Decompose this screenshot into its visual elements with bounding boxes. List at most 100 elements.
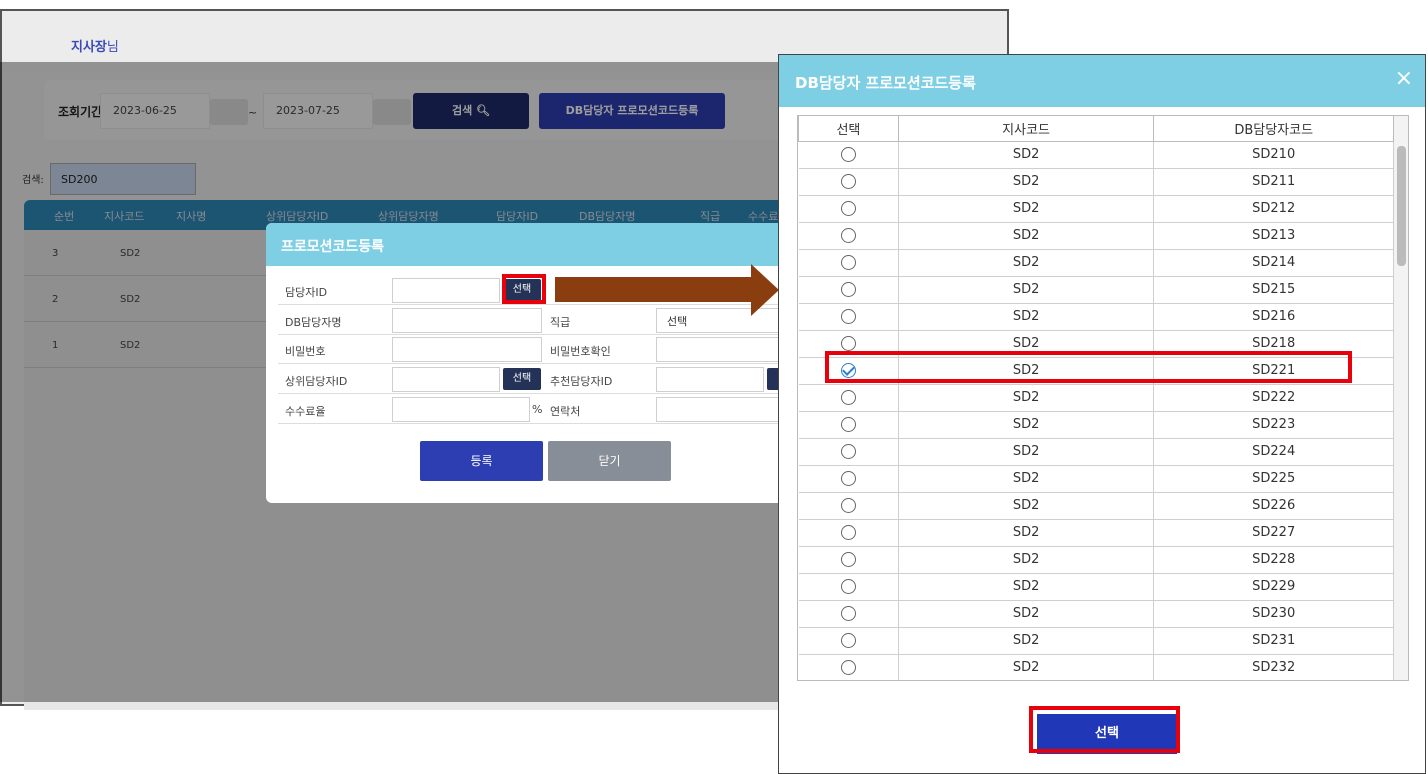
table-row[interactable]: SD2 SD216 [798, 302, 1394, 331]
annotation-arrow [555, 277, 751, 302]
parent-select-button[interactable]: 선택 [503, 368, 541, 390]
db-code-grid: 선택 지사코드 DB담당자코드 SD2 SD210 SD2 SD211 SD2 SD212… [797, 115, 1409, 681]
promo-code-dialog: 프로모션코드등록 담당자ID 선택 DB담당자명 직급 선택 비밀번호 비밀번호… [266, 223, 786, 503]
table-row[interactable]: SD2 SD214 [798, 248, 1394, 277]
db-manager-code-cell: SD214 [1153, 248, 1394, 277]
db-manager-name-label: DB담당자명 [285, 316, 342, 329]
branch-code-cell: SD2 [898, 599, 1155, 628]
table-row[interactable]: SD2 SD223 [798, 410, 1394, 439]
table-row[interactable]: SD2 SD232 [798, 653, 1394, 680]
scrollbar-thumb[interactable] [1397, 146, 1406, 266]
table-row[interactable]: SD2 SD213 [798, 221, 1394, 250]
close-icon[interactable]: × [1395, 66, 1413, 91]
db-manager-code-cell: SD229 [1153, 572, 1394, 601]
table-row[interactable]: SD2 SD211 [798, 167, 1394, 196]
radio-icon[interactable] [840, 660, 856, 675]
db-manager-name-input[interactable] [392, 308, 542, 333]
radio-cell[interactable] [798, 518, 899, 547]
table-row[interactable]: SD2 SD230 [798, 599, 1394, 628]
radio-cell[interactable] [798, 653, 899, 680]
radio-cell[interactable] [798, 221, 899, 250]
db-manager-code-cell: SD216 [1153, 302, 1394, 331]
radio-icon[interactable] [840, 498, 856, 513]
parent-manager-input[interactable] [392, 367, 500, 392]
radio-cell[interactable] [798, 437, 899, 466]
radio-icon[interactable] [840, 390, 856, 405]
db-code-table: 선택 지사코드 DB담당자코드 SD2 SD210 SD2 SD211 SD2 SD212… [798, 116, 1394, 680]
branch-code-cell: SD2 [898, 545, 1155, 574]
password-label: 비밀번호 [285, 345, 326, 358]
radio-icon[interactable] [840, 417, 856, 432]
radio-icon[interactable] [840, 633, 856, 648]
manager-id-input[interactable] [392, 278, 500, 303]
fee-label: 수수료율 [285, 405, 326, 418]
radio-cell[interactable] [798, 140, 899, 169]
radio-cell[interactable] [798, 572, 899, 601]
radio-icon[interactable] [840, 525, 856, 540]
db-manager-code-cell: SD210 [1153, 140, 1394, 169]
radio-icon[interactable] [840, 309, 856, 324]
branch-code-cell: SD2 [898, 194, 1155, 223]
db-manager-code-cell: SD215 [1153, 275, 1394, 304]
parent-manager-row: 상위담당자ID 선택 추천담당자ID [278, 365, 786, 394]
db-manager-code-cell: SD222 [1153, 383, 1394, 412]
table-row[interactable]: SD2 SD212 [798, 194, 1394, 223]
radio-cell[interactable] [798, 248, 899, 277]
table-row[interactable]: SD2 SD226 [798, 491, 1394, 520]
radio-cell[interactable] [798, 545, 899, 574]
fee-input[interactable] [392, 397, 530, 422]
radio-icon[interactable] [840, 201, 856, 216]
table-row[interactable]: SD2 SD229 [798, 572, 1394, 601]
table-row[interactable]: SD2 SD215 [798, 275, 1394, 304]
table-row[interactable]: SD2 SD225 [798, 464, 1394, 493]
table-row[interactable]: SD2 SD227 [798, 518, 1394, 547]
radio-icon[interactable] [840, 147, 856, 162]
branch-code-cell: SD2 [898, 518, 1155, 547]
radio-cell[interactable] [798, 194, 899, 223]
table-row[interactable]: SD2 SD228 [798, 545, 1394, 574]
radio-cell[interactable] [798, 302, 899, 331]
branch-code-cell: SD2 [898, 221, 1155, 250]
radio-cell[interactable] [798, 626, 899, 655]
branch-code-cell: SD2 [898, 275, 1155, 304]
password-input[interactable] [392, 337, 542, 362]
radio-icon[interactable] [840, 228, 856, 243]
radio-icon[interactable] [840, 174, 856, 189]
db-manager-code-cell: SD213 [1153, 221, 1394, 250]
referrer-input[interactable] [656, 367, 764, 392]
branch-code-cell: SD2 [898, 464, 1155, 493]
radio-icon[interactable] [840, 579, 856, 594]
register-button[interactable]: 등록 [420, 441, 543, 481]
close-button[interactable]: 닫기 [548, 441, 671, 481]
radio-icon[interactable] [840, 255, 856, 270]
table-row[interactable]: SD2 SD222 [798, 383, 1394, 412]
radio-icon[interactable] [840, 282, 856, 297]
radio-icon[interactable] [840, 336, 856, 351]
radio-icon[interactable] [840, 552, 856, 567]
radio-icon[interactable] [840, 444, 856, 459]
radio-icon[interactable] [840, 606, 856, 621]
branch-code-cell: SD2 [898, 410, 1155, 439]
branch-code-cell: SD2 [898, 302, 1155, 331]
radio-cell[interactable] [798, 410, 899, 439]
scrollbar[interactable] [1394, 116, 1408, 680]
db-manager-code-cell: SD228 [1153, 545, 1394, 574]
table-row[interactable]: SD2 SD231 [798, 626, 1394, 655]
radio-cell[interactable] [798, 275, 899, 304]
contact-input[interactable] [656, 397, 786, 422]
branch-code-cell: SD2 [898, 437, 1155, 466]
branch-code-cell: SD2 [898, 491, 1155, 520]
branch-code-cell: SD2 [898, 140, 1155, 169]
password-confirm-input[interactable] [656, 337, 786, 362]
radio-cell[interactable] [798, 464, 899, 493]
fee-row: 수수료율 % 연락처 [278, 395, 786, 424]
radio-cell[interactable] [798, 491, 899, 520]
column-header: 지사코드 [897, 116, 1155, 142]
radio-cell[interactable] [798, 599, 899, 628]
radio-cell[interactable] [798, 383, 899, 412]
table-row[interactable]: SD2 SD224 [798, 437, 1394, 466]
radio-icon[interactable] [840, 471, 856, 486]
radio-cell[interactable] [798, 167, 899, 196]
table-row[interactable]: SD2 SD210 [798, 140, 1394, 169]
db-manager-code-cell: SD231 [1153, 626, 1394, 655]
